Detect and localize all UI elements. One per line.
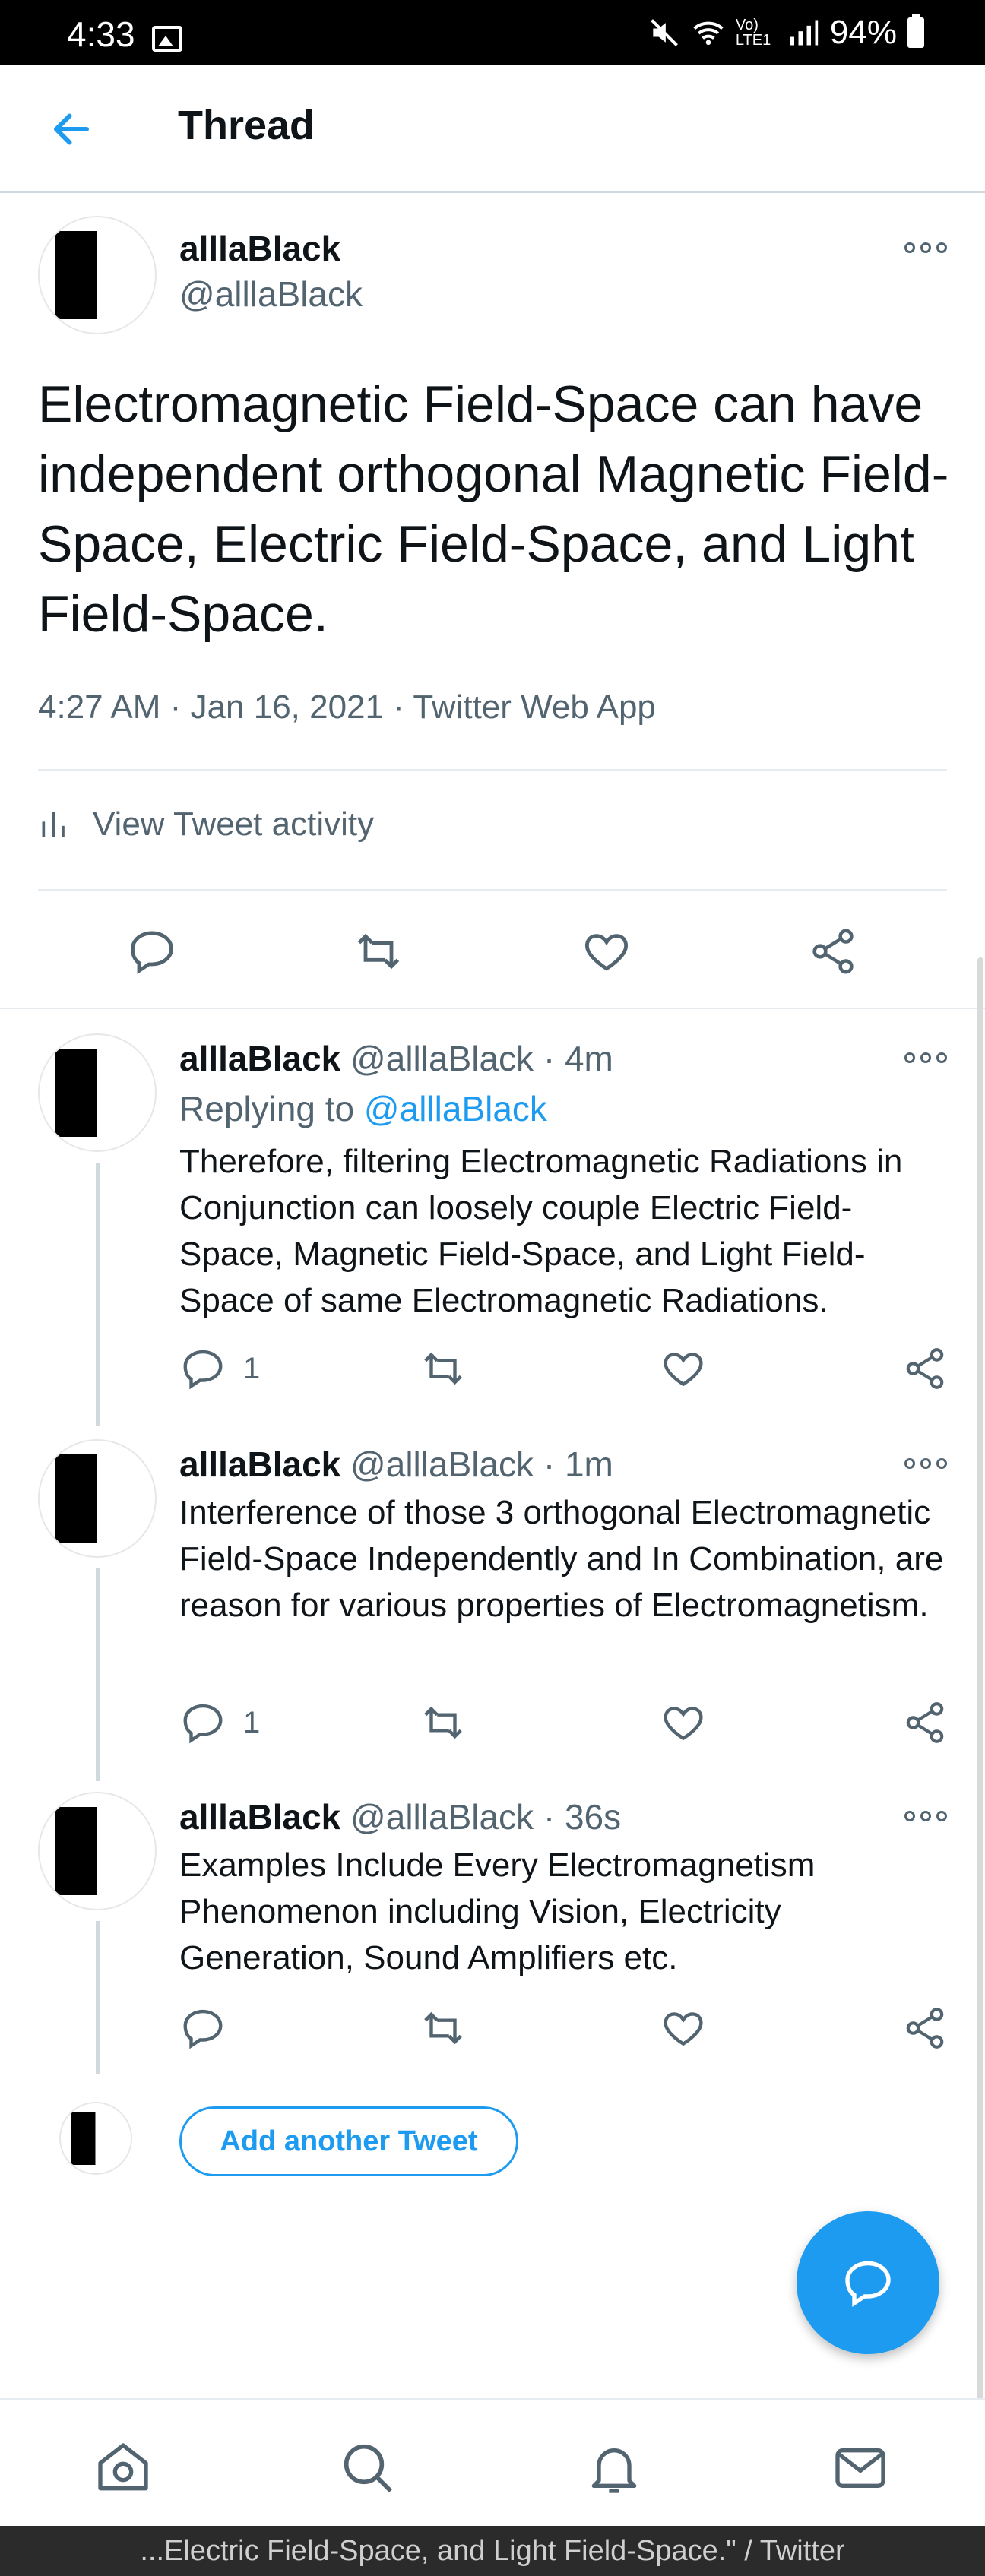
compose-avatar — [59, 2102, 132, 2175]
back-arrow-icon[interactable] — [49, 106, 94, 152]
avatar[interactable] — [38, 1033, 157, 1152]
replying-prefix: Replying to — [179, 1089, 355, 1128]
page-title: Thread — [178, 103, 315, 148]
tweet-age: 1m — [564, 1445, 613, 1484]
more-options-icon[interactable] — [904, 1457, 947, 1470]
share-icon[interactable] — [901, 1699, 949, 1746]
add-another-tweet-button[interactable]: Add another Tweet — [179, 2106, 518, 2176]
retweet-icon[interactable] — [420, 2005, 467, 2052]
author-handle[interactable]: @alllaBlack — [350, 1039, 534, 1078]
tweet-source[interactable]: Twitter Web App — [413, 688, 656, 726]
mute-icon — [650, 19, 678, 46]
share-icon[interactable] — [901, 2005, 949, 2052]
share-icon[interactable] — [807, 926, 859, 977]
reply-text: Examples Include Every Electromagnetism … — [179, 1847, 816, 1976]
home-icon[interactable] — [93, 2438, 154, 2498]
status-bar: 4:33 Vo) LTE1 94% — [0, 0, 985, 65]
replying-to-link[interactable]: @alllaBlack — [364, 1089, 547, 1128]
reply-icon[interactable] — [179, 1345, 226, 1392]
avatar[interactable] — [38, 1792, 157, 1910]
author-name[interactable]: alllaBlack — [179, 1797, 340, 1837]
like-icon[interactable] — [660, 1699, 707, 1746]
thread-line — [96, 1163, 100, 1426]
page-title-footer: ...Electric Field-Space, and Light Field… — [0, 2526, 985, 2576]
reply-bubble-icon — [845, 2261, 891, 2308]
avatar-image — [70, 2112, 116, 2165]
divider — [38, 769, 947, 771]
author-handle[interactable]: @alllaBlack — [350, 1445, 534, 1484]
view-activity-link[interactable]: View Tweet activity — [38, 805, 374, 843]
status-time: 4:33 — [67, 14, 135, 54]
reply-action[interactable] — [179, 2005, 243, 2052]
reply-action[interactable]: 1 — [179, 1345, 260, 1392]
notifications-icon[interactable] — [584, 2438, 645, 2498]
status-icons: Vo) LTE1 94% — [648, 14, 924, 52]
more-options-icon[interactable] — [904, 1810, 947, 1822]
avatar-image — [55, 1807, 130, 1895]
reply-text: Interference of those 3 orthogonal Elect… — [179, 1494, 944, 1624]
top-bar: Thread — [0, 65, 985, 193]
reply-icon[interactable] — [126, 926, 178, 977]
thread-line — [96, 1921, 100, 2074]
author-name[interactable]: alllaBlack — [179, 228, 340, 269]
reply-count: 1 — [243, 1705, 261, 1739]
reply-header: alllaBlack @alllaBlack · 36s — [179, 1797, 622, 1837]
divider — [0, 1008, 985, 1009]
tweet-age: 4m — [564, 1039, 613, 1078]
tweet-age: 36s — [564, 1797, 622, 1837]
view-activity-label: View Tweet activity — [93, 805, 375, 843]
messages-icon[interactable] — [830, 2438, 891, 2498]
avatar-image — [55, 231, 130, 319]
replying-to: Replying to @alllaBlack — [179, 1088, 547, 1129]
tweet-date: Jan 16, 2021 — [190, 688, 385, 726]
retweet-icon[interactable] — [420, 1345, 467, 1392]
author-name[interactable]: alllaBlack — [179, 1445, 340, 1484]
thread-line — [96, 1568, 100, 1781]
like-icon[interactable] — [660, 1345, 707, 1392]
more-options-icon[interactable] — [904, 1052, 947, 1064]
retweet-icon[interactable] — [353, 926, 404, 977]
tweet-time: 4:27 AM — [38, 688, 161, 726]
reply-icon[interactable] — [179, 1699, 226, 1746]
like-icon[interactable] — [581, 926, 632, 977]
author-handle[interactable]: @alllaBlack — [350, 1797, 534, 1837]
reply-action[interactable]: 1 — [179, 1699, 260, 1746]
gallery-icon — [152, 26, 182, 52]
tweet-meta: 4:27 AM · Jan 16, 2021 · Twitter Web App — [38, 688, 656, 726]
share-icon[interactable] — [901, 1345, 949, 1392]
reply-text: Therefore, filtering Electromagnetic Rad… — [179, 1143, 903, 1319]
divider — [38, 889, 947, 891]
bottom-nav — [0, 2398, 985, 2526]
scrollbar[interactable] — [977, 957, 983, 2401]
battery-icon — [907, 14, 924, 48]
like-icon[interactable] — [660, 2005, 707, 2052]
reply-icon[interactable] — [179, 2005, 226, 2052]
reply-header: alllaBlack @alllaBlack · 1m — [179, 1445, 613, 1484]
reply-header: alllaBlack @alllaBlack · 4m — [179, 1039, 613, 1078]
author-handle[interactable]: @alllaBlack — [179, 274, 363, 315]
avatar-image — [55, 1049, 130, 1137]
avatar[interactable] — [38, 1439, 157, 1558]
signal-icon — [790, 20, 819, 46]
tweet-text: Electromagnetic Field-Space can have ind… — [38, 375, 949, 643]
avatar-image — [55, 1454, 130, 1543]
reply-count: 1 — [243, 1351, 261, 1385]
search-icon[interactable] — [337, 2438, 398, 2498]
battery-percent: 94% — [829, 14, 897, 51]
wifi-icon — [693, 21, 724, 46]
compose-reply-button[interactable] — [797, 2211, 939, 2354]
network-label: Vo) LTE1 — [735, 17, 771, 49]
more-options-icon[interactable] — [904, 242, 947, 254]
analytics-icon — [42, 812, 65, 837]
avatar[interactable] — [38, 216, 157, 334]
retweet-icon[interactable] — [420, 1699, 467, 1746]
author-name[interactable]: alllaBlack — [179, 1039, 340, 1078]
